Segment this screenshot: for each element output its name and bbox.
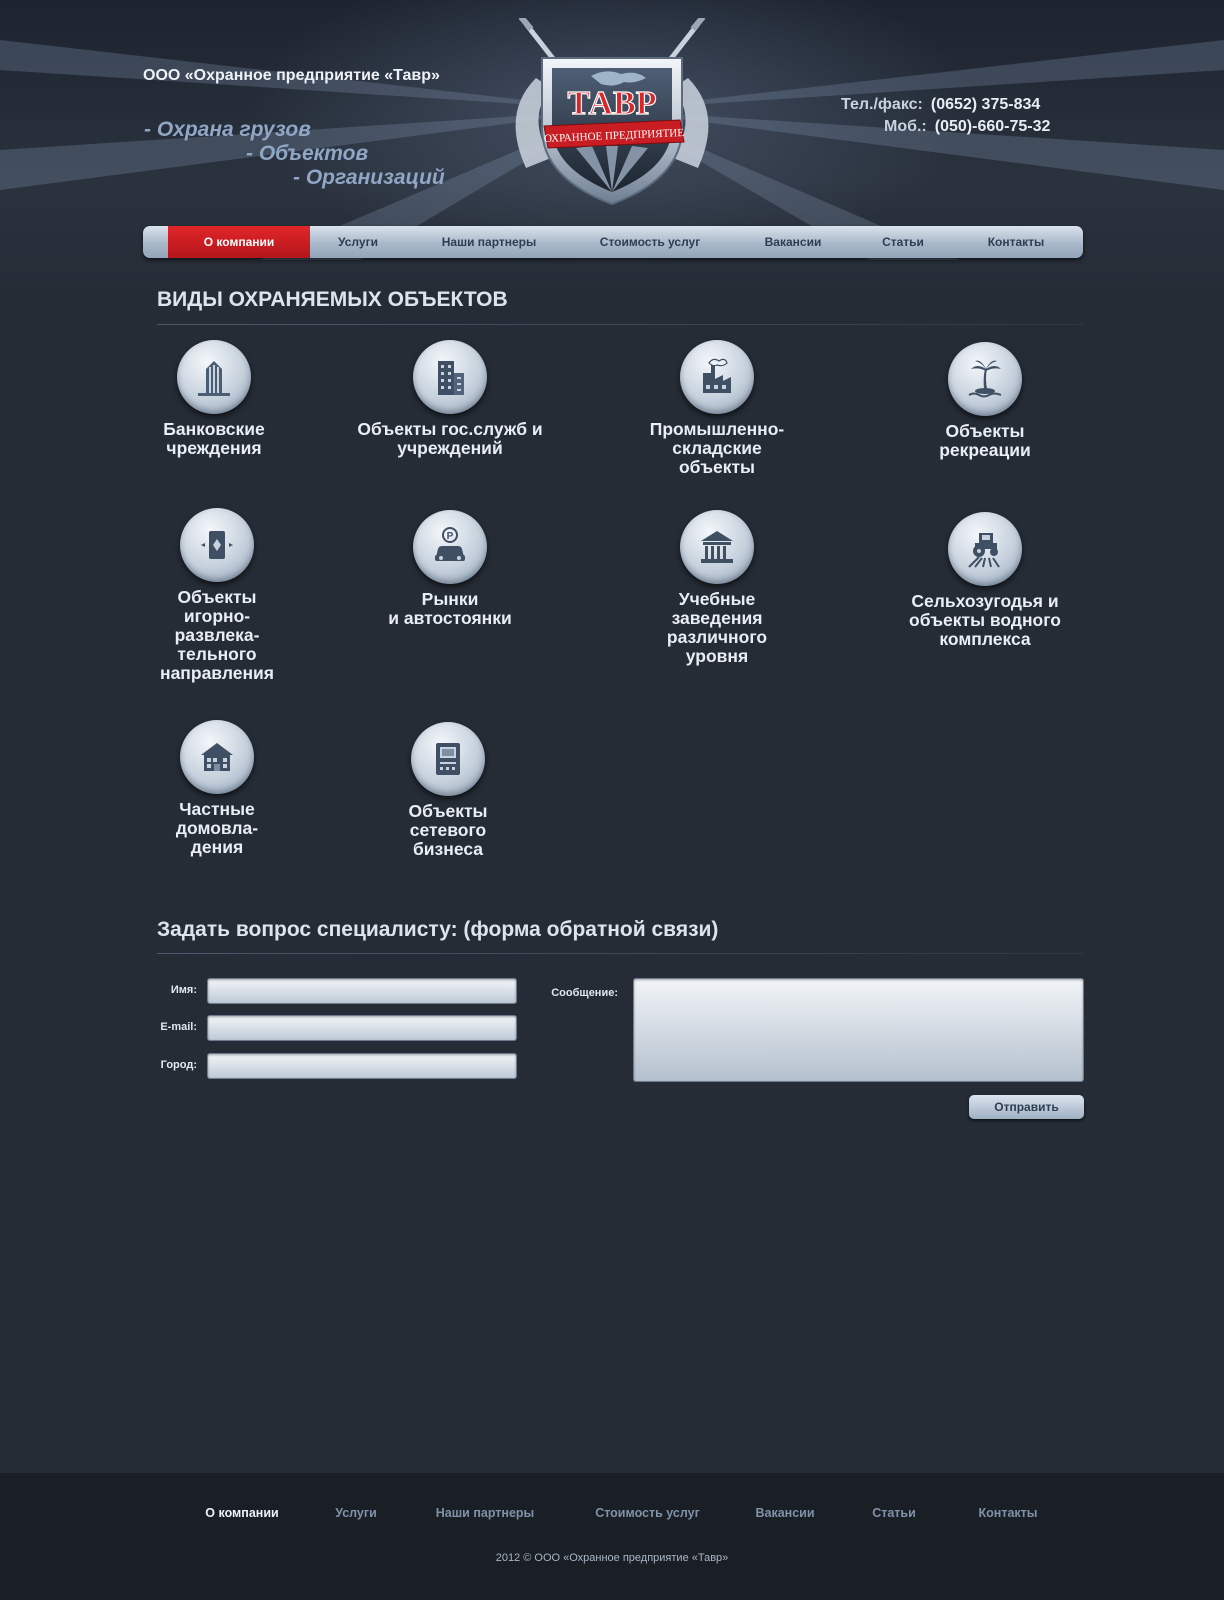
nav-item-partners[interactable]: Наши партнеры: [419, 226, 559, 258]
slogan-objects: - Объектов: [246, 142, 369, 165]
phone-label: Тел./факс:: [841, 96, 923, 113]
object-card-gambling[interactable]: Объекты игорно- развлека- тельного напра…: [97, 508, 337, 683]
object-card-private-houses[interactable]: Частные домовла- дения: [97, 720, 337, 857]
objects-section-title: ВИДЫ ОХРАНЯЕМЫХ ОБЪЕКТОВ: [157, 288, 508, 311]
object-label: Частные домовла- дения: [175, 799, 259, 857]
object-card-education[interactable]: Учебные заведения различного уровня: [597, 510, 837, 666]
footer-link-vacancies[interactable]: Вакансии: [738, 1506, 832, 1520]
slogan-cargo: - Охрана грузов: [144, 118, 311, 141]
object-card-government[interactable]: Объекты гос.служб и учреждений: [330, 340, 570, 458]
phone-mobile: Моб.: (050)-660-75-32: [884, 118, 1050, 136]
house-icon: [180, 720, 254, 794]
object-card-recreation[interactable]: Объекты рекреации: [865, 342, 1105, 460]
object-card-markets-parking[interactable]: P Рынки и автостоянки: [330, 510, 570, 628]
object-label: Объекты рекреации: [939, 421, 1031, 460]
phone-fax: Тел./факс: (0652) 375-834: [841, 96, 1040, 114]
footer-link-partners[interactable]: Наши партнеры: [420, 1506, 550, 1520]
object-label: Объекты сетевого бизнеса: [408, 801, 488, 859]
main-navigation: О компании Услуги Наши партнеры Стоимост…: [143, 226, 1083, 258]
slogan-organizations: - Организаций: [293, 166, 445, 189]
footer-link-services[interactable]: Услуги: [316, 1506, 396, 1520]
factory-icon: [680, 340, 754, 414]
city-label: Город:: [160, 1059, 197, 1071]
nav-item-services[interactable]: Услуги: [310, 226, 406, 258]
tractor-icon: [948, 512, 1022, 586]
object-label: Промышленно- складские объекты: [649, 419, 785, 477]
email-input[interactable]: [207, 1015, 517, 1041]
object-label: Сельхозугодья и объекты водного комплекс…: [909, 591, 1061, 649]
logo-text: ТАВР: [568, 85, 657, 122]
mobile-label: Моб.:: [884, 118, 927, 135]
feedback-section-title: Задать вопрос специалисту: (форма обратн…: [157, 918, 719, 941]
object-card-banks[interactable]: Банковские чреждения: [94, 340, 334, 458]
atm-terminal-icon: [411, 722, 485, 796]
svg-text:P: P: [447, 531, 454, 542]
name-input[interactable]: [207, 978, 517, 1004]
object-card-agriculture[interactable]: Сельхозугодья и объекты водного комплекс…: [865, 512, 1105, 649]
object-label: Объекты гос.служб и учреждений: [357, 419, 543, 458]
copyright: 2012 © ООО «Охранное предприятие «Тавр»: [495, 1552, 729, 1564]
parking-car-icon: P: [413, 510, 487, 584]
footer-link-articles[interactable]: Статьи: [852, 1506, 936, 1520]
footer-link-contacts[interactable]: Контакты: [958, 1506, 1058, 1520]
nav-item-contacts[interactable]: Контакты: [961, 226, 1071, 258]
object-label: Объекты игорно- развлека- тельного напра…: [160, 587, 274, 683]
nav-item-articles[interactable]: Статьи: [853, 226, 953, 258]
footer-link-about[interactable]: О компании: [192, 1506, 292, 1520]
section-divider: [157, 324, 1083, 325]
object-label: Рынки и автостоянки: [388, 589, 512, 628]
footer-link-prices[interactable]: Стоимость услуг: [575, 1506, 720, 1520]
phone-value[interactable]: (0652) 375-834: [931, 96, 1040, 113]
company-name: ООО «Охранное предприятие «Тавр»: [143, 67, 440, 84]
nav-item-about[interactable]: О компании: [168, 226, 310, 258]
message-input[interactable]: [633, 978, 1084, 1082]
bank-building-icon: [177, 340, 251, 414]
nav-item-vacancies[interactable]: Вакансии: [743, 226, 843, 258]
playing-card-icon: [180, 508, 254, 582]
section-divider: [157, 953, 1083, 954]
company-logo[interactable]: ТАВР ОХРАННОЕ ПРЕДПРИЯТИЕ: [496, 18, 728, 208]
email-label: E-mail:: [160, 1021, 197, 1033]
nav-item-prices[interactable]: Стоимость услуг: [575, 226, 725, 258]
object-label: Учебные заведения различного уровня: [666, 589, 768, 666]
submit-button[interactable]: Отправить: [969, 1095, 1084, 1119]
office-building-icon: [413, 340, 487, 414]
footer: О компании Услуги Наши партнеры Стоимост…: [0, 1473, 1224, 1600]
object-card-industrial[interactable]: Промышленно- складские объекты: [597, 340, 837, 477]
name-label: Имя:: [170, 984, 197, 996]
palm-island-icon: [948, 342, 1022, 416]
object-card-network-business[interactable]: Объекты сетевого бизнеса: [328, 722, 568, 859]
school-building-icon: [680, 510, 754, 584]
message-label: Сообщение:: [551, 987, 618, 999]
city-input[interactable]: [207, 1053, 517, 1079]
object-label: Банковские чреждения: [163, 419, 265, 458]
mobile-value[interactable]: (050)-660-75-32: [935, 118, 1051, 135]
